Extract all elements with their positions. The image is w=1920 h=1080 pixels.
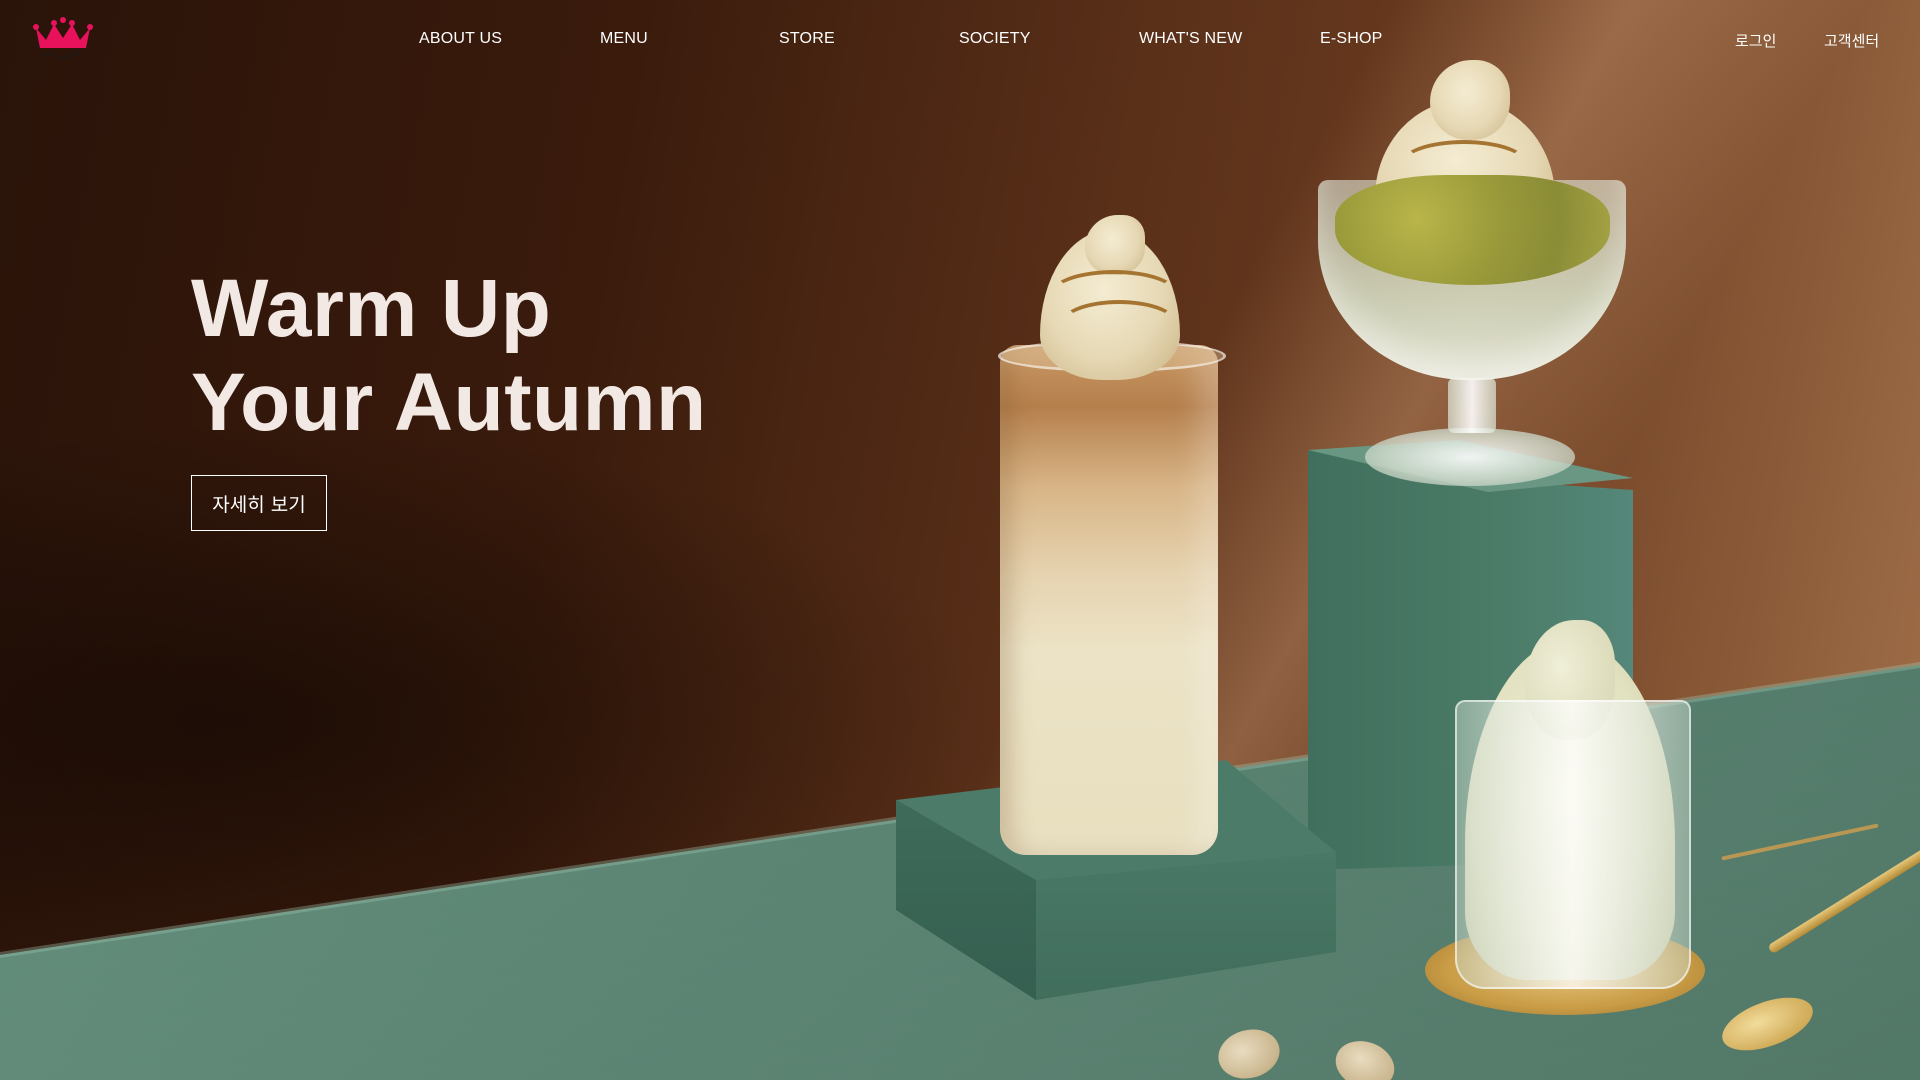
hero-headline: Warm Up Your Autumn: [191, 262, 707, 450]
hero-banner: ABOUT US MENU STORE SOCIETY WHAT'S NEW E…: [0, 0, 1920, 1080]
brand-logo[interactable]: [30, 14, 96, 64]
nav-menu[interactable]: MENU: [600, 30, 648, 48]
nav-whats-new[interactable]: WHAT'S NEW: [1139, 30, 1242, 48]
pistachio-topping: [1335, 175, 1610, 285]
latte-soft-serve-tip: [1085, 215, 1145, 275]
hero-headline-line-2: Your Autumn: [191, 357, 707, 448]
nav-e-shop[interactable]: E-SHOP: [1320, 30, 1383, 48]
glass-cup-image: [1455, 700, 1691, 989]
nav-about-us[interactable]: ABOUT US: [419, 30, 502, 48]
sundae-bowl-stem: [1448, 378, 1496, 433]
caramel-drizzle: [1400, 140, 1528, 188]
view-details-button[interactable]: 자세히 보기: [191, 475, 327, 531]
hero-headline-line-1: Warm Up: [191, 263, 552, 354]
caramel-drizzle: [1060, 300, 1178, 348]
nav-store[interactable]: STORE: [779, 30, 835, 48]
top-navigation: ABOUT US MENU STORE SOCIETY WHAT'S NEW E…: [0, 0, 1920, 80]
nav-society[interactable]: SOCIETY: [959, 30, 1031, 48]
customer-center-link[interactable]: 고객센터: [1824, 30, 1879, 51]
latte-glass-image: [1000, 345, 1218, 855]
sundae-bowl-base: [1365, 428, 1575, 486]
crown-logo-icon: [33, 17, 93, 60]
login-link[interactable]: 로그인: [1735, 30, 1776, 51]
